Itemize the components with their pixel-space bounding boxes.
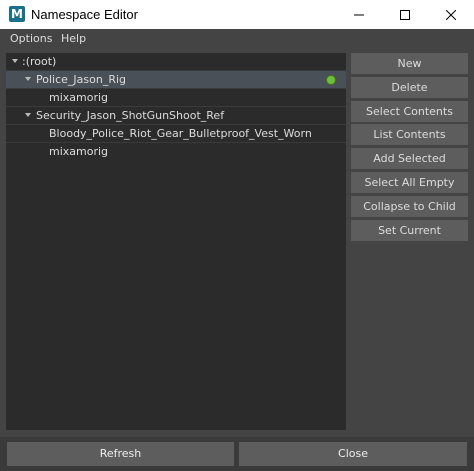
expand-arrow-icon[interactable] bbox=[12, 59, 18, 63]
minimize-button[interactable] bbox=[336, 0, 382, 29]
tree-row-root[interactable]: :(root) bbox=[6, 53, 346, 71]
close-button[interactable]: Close bbox=[239, 442, 467, 466]
add-selected-button[interactable]: Add Selected bbox=[351, 148, 468, 169]
minimize-icon bbox=[354, 14, 364, 15]
tree-row-label: Police_Jason_Rig bbox=[36, 73, 126, 86]
collapse-to-child-button[interactable]: Collapse to Child bbox=[351, 196, 468, 217]
tree-row-label: Bloody_Police_Riot_Gear_Bulletproof_Vest… bbox=[49, 127, 312, 140]
title-bar: M Namespace Editor bbox=[0, 0, 474, 29]
maximize-button[interactable] bbox=[382, 0, 428, 29]
expand-arrow-icon[interactable] bbox=[25, 113, 31, 117]
maya-app-icon: M bbox=[9, 6, 25, 22]
namespace-tree[interactable]: :(root) Police_Jason_Rig mixamorig Secur… bbox=[6, 53, 346, 430]
set-current-button[interactable]: Set Current bbox=[351, 220, 468, 241]
tree-row-bloody-police-vest[interactable]: Bloody_Police_Riot_Gear_Bulletproof_Vest… bbox=[6, 125, 346, 143]
tree-row-police-jason-rig[interactable]: Police_Jason_Rig bbox=[6, 71, 346, 89]
tree-row-label: :(root) bbox=[22, 55, 57, 68]
window-title: Namespace Editor bbox=[31, 7, 138, 22]
new-button[interactable]: New bbox=[351, 53, 468, 74]
close-window-button[interactable] bbox=[428, 0, 474, 29]
select-contents-button[interactable]: Select Contents bbox=[351, 101, 468, 122]
tree-row-security-jason-ref[interactable]: Security_Jason_ShotGunShoot_Ref bbox=[6, 107, 346, 125]
select-all-empty-button[interactable]: Select All Empty bbox=[351, 172, 468, 193]
refresh-button[interactable]: Refresh bbox=[7, 442, 234, 466]
tree-row-mixamorig-2[interactable]: mixamorig bbox=[6, 143, 346, 161]
tree-row-label: Security_Jason_ShotGunShoot_Ref bbox=[36, 109, 225, 122]
delete-button[interactable]: Delete bbox=[351, 77, 468, 98]
menu-options[interactable]: Options bbox=[10, 29, 52, 48]
list-contents-button[interactable]: List Contents bbox=[351, 124, 468, 145]
tree-row-mixamorig[interactable]: mixamorig bbox=[6, 89, 346, 107]
current-namespace-indicator-icon bbox=[326, 75, 336, 85]
menu-bar: Options Help bbox=[0, 29, 474, 48]
expand-arrow-icon[interactable] bbox=[25, 77, 31, 81]
menu-help[interactable]: Help bbox=[61, 29, 86, 48]
close-icon bbox=[446, 9, 456, 20]
tree-row-label: mixamorig bbox=[49, 145, 109, 158]
tree-row-label: mixamorig bbox=[49, 91, 109, 104]
maximize-icon bbox=[400, 9, 410, 20]
